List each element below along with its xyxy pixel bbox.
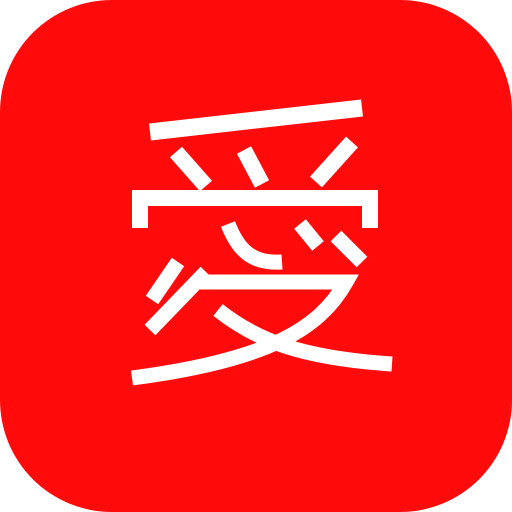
app-icon[interactable]: 愛 bbox=[0, 0, 512, 512]
ai-glyph-icon: 愛 bbox=[0, 0, 512, 512]
